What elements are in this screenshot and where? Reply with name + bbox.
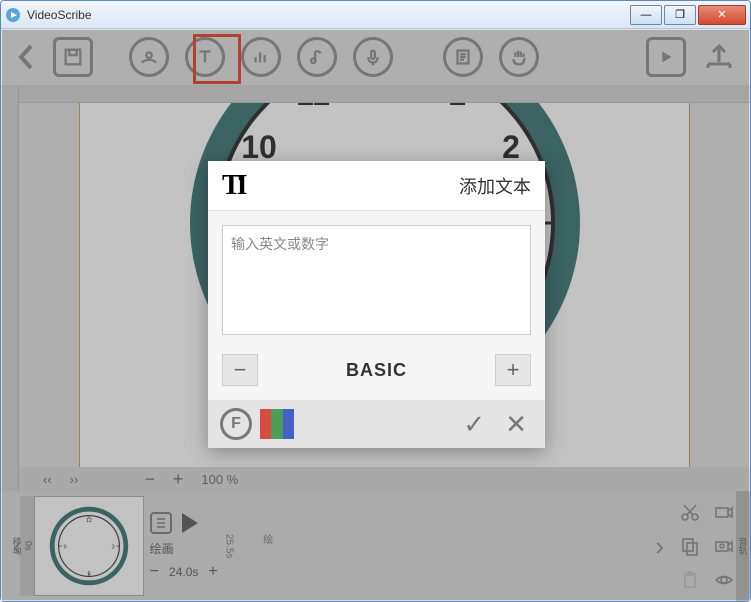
thumb-meta: 0s 移动 bbox=[20, 496, 34, 596]
page-settings-button[interactable] bbox=[443, 37, 483, 77]
app-icon bbox=[5, 7, 21, 23]
font-prev-button[interactable]: − bbox=[222, 354, 258, 386]
clip-properties-icon[interactable] bbox=[150, 512, 172, 534]
zoom-level-label: 100 % bbox=[201, 472, 238, 487]
save-button[interactable] bbox=[53, 37, 93, 77]
window-title: VideoScribe bbox=[27, 8, 630, 22]
preview-play-button[interactable] bbox=[646, 37, 686, 77]
scroll-left-button[interactable]: ‹‹ bbox=[43, 472, 52, 487]
cancel-button[interactable]: ✕ bbox=[499, 409, 533, 440]
window-maximize-button[interactable]: ❐ bbox=[664, 5, 696, 25]
clip-duration-2: 25.5s bbox=[224, 534, 235, 558]
font-next-button[interactable]: + bbox=[495, 354, 531, 386]
svg-text:1: 1 bbox=[448, 103, 466, 112]
font-name-label: BASIC bbox=[266, 360, 487, 381]
canvas-footer: ‹‹ ›› − + 100 % bbox=[19, 467, 750, 491]
add-voiceover-button[interactable] bbox=[353, 37, 393, 77]
confirm-button[interactable]: ✓ bbox=[457, 409, 491, 440]
clip-type-label: 绘画 bbox=[150, 540, 174, 557]
copy-button[interactable] bbox=[676, 532, 704, 560]
color-swatch-green bbox=[271, 409, 282, 439]
text-color-button[interactable] bbox=[260, 409, 294, 439]
window-close-button[interactable]: ✕ bbox=[698, 5, 746, 25]
camera-set-button[interactable] bbox=[710, 532, 738, 560]
timeline-tools bbox=[676, 498, 738, 594]
hand-tool-button[interactable] bbox=[499, 37, 539, 77]
add-text-button[interactable] bbox=[185, 37, 225, 77]
clipboard-button[interactable] bbox=[676, 566, 704, 594]
add-chart-button[interactable] bbox=[241, 37, 281, 77]
window-titlebar: VideoScribe — ❐ ✕ bbox=[1, 1, 750, 29]
duration-decrease-button[interactable]: − bbox=[150, 563, 159, 581]
clip-duration-label: 24.0s bbox=[169, 565, 198, 579]
clip-play-button[interactable] bbox=[182, 513, 198, 533]
timeline-strip: ‹ 0s 移动 12369 绘画 − 24.0s + bbox=[1, 491, 750, 601]
main-toolbar bbox=[1, 29, 750, 85]
zoom-out-button[interactable]: − bbox=[144, 469, 155, 490]
timeline-thumbnail[interactable]: 12369 bbox=[34, 496, 144, 596]
clip-label-2: 绘 bbox=[259, 534, 274, 558]
font-options-button[interactable]: F bbox=[220, 408, 252, 440]
text-input[interactable] bbox=[222, 225, 531, 335]
svg-text:12: 12 bbox=[86, 518, 92, 524]
clip-controls: 绘画 − 24.0s + bbox=[150, 512, 218, 581]
svg-text:9: 9 bbox=[63, 544, 66, 550]
zoom-in-button[interactable]: + bbox=[173, 469, 184, 490]
back-icon[interactable] bbox=[15, 42, 37, 72]
dialog-title: 添加文本 bbox=[244, 173, 531, 199]
add-image-button[interactable] bbox=[129, 37, 169, 77]
cut-button[interactable] bbox=[676, 498, 704, 526]
scroll-right-button[interactable]: ›› bbox=[70, 472, 79, 487]
svg-text:10: 10 bbox=[241, 129, 277, 165]
add-text-dialog: TI 添加文本 − BASIC + F ✓ ✕ bbox=[208, 161, 545, 448]
svg-text:3: 3 bbox=[111, 544, 114, 550]
duration-increase-button[interactable]: + bbox=[208, 563, 217, 581]
color-swatch-red bbox=[260, 409, 271, 439]
timeline-next-button[interactable]: › bbox=[649, 531, 670, 562]
window-minimize-button[interactable]: — bbox=[630, 5, 662, 25]
text-dialog-icon: TI bbox=[222, 170, 244, 202]
vertical-ruler bbox=[1, 85, 19, 491]
horizontal-ruler bbox=[19, 85, 750, 103]
svg-text:2: 2 bbox=[502, 129, 520, 165]
svg-text:11: 11 bbox=[296, 103, 330, 112]
camera-button[interactable] bbox=[710, 498, 738, 526]
visibility-button[interactable] bbox=[710, 566, 738, 594]
timeline-side-tab[interactable]: 音轨 bbox=[736, 491, 750, 601]
export-button[interactable] bbox=[702, 40, 736, 74]
color-swatch-blue bbox=[283, 409, 294, 439]
add-music-button[interactable] bbox=[297, 37, 337, 77]
